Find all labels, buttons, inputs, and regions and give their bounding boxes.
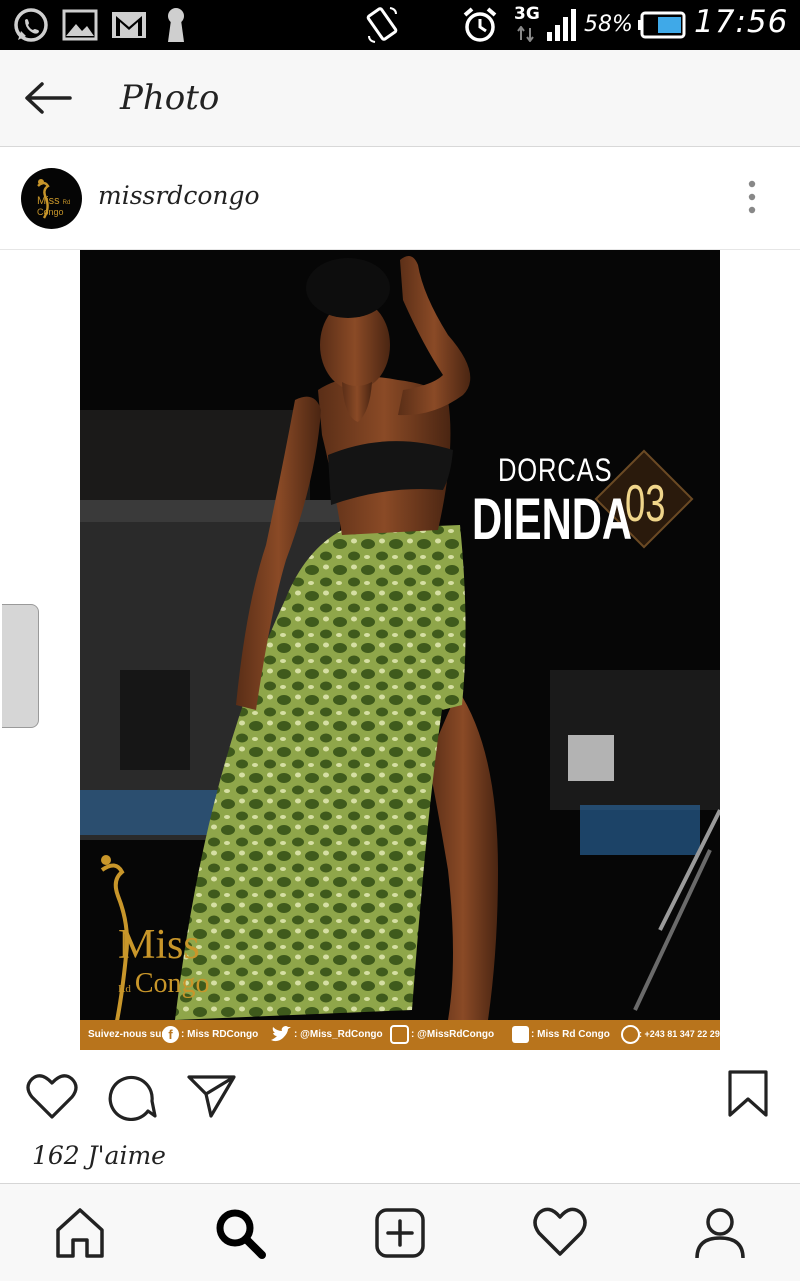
data-arrows-icon [517, 26, 534, 42]
screen-rotate-icon [366, 7, 398, 43]
battery-percent: 58% [584, 12, 633, 37]
facebook-icon: f [162, 1026, 179, 1043]
footer-whatsapp: : +243 81 347 22 29 [639, 1029, 720, 1039]
avatar-text-congo: Congo [37, 207, 64, 217]
footer-twitter: : @Miss_RdCongo [294, 1029, 383, 1040]
gallery-icon [62, 9, 98, 41]
avatar-text-rd: Rd [62, 200, 71, 206]
comment-icon[interactable] [108, 1073, 158, 1121]
watermark-congo: Congo [134, 968, 210, 999]
contestant-first-name: DORCAS [498, 452, 613, 488]
avatar-text: Miss Rd Congo [37, 195, 77, 217]
arrow-left-icon[interactable] [22, 78, 74, 118]
bottom-navigation [0, 1183, 800, 1281]
status-time: 17:56 [694, 4, 789, 40]
footer-youtube: : Miss Rd Congo [531, 1029, 610, 1040]
keyhole-icon [168, 8, 184, 42]
top-app-bar: Photo [0, 50, 800, 147]
watermark-miss: Miss [118, 922, 200, 968]
youtube-icon [512, 1026, 529, 1043]
post-header: Miss Rd Congo missrdcongo [0, 147, 800, 250]
footer-facebook: : Miss RDCongo [181, 1029, 259, 1040]
profile-icon[interactable] [691, 1204, 749, 1262]
post-username[interactable]: missrdcongo [98, 181, 260, 210]
search-icon[interactable] [211, 1204, 269, 1262]
share-send-icon[interactable] [186, 1072, 238, 1120]
vertical-dots-icon[interactable] [740, 179, 764, 215]
network-type: 3G [514, 4, 540, 24]
post-photo[interactable]: DORCAS DIENDA 03 Miss Rd Congo Suivez-no… [80, 250, 720, 1050]
gmail-icon [112, 12, 146, 38]
alarm-icon [463, 7, 497, 42]
contestant-number: 03 [625, 475, 666, 533]
photo-footer-band: Suivez-nous sur f : Miss RDCongo : @Miss… [80, 1020, 720, 1050]
status-bar: 3G 58% 17:56 [0, 0, 800, 50]
whatsapp-icon [14, 8, 48, 42]
side-drawer-handle[interactable] [2, 604, 39, 728]
like-heart-icon[interactable] [26, 1073, 78, 1121]
contestant-last-name: DIENDA [472, 487, 633, 552]
twitter-icon [271, 1026, 291, 1042]
footer-follow-text: Suivez-nous sur [88, 1029, 166, 1040]
signal-icon [547, 9, 576, 41]
likes-count[interactable]: 162 J'aime [32, 1141, 166, 1170]
page-title: Photo [120, 78, 220, 118]
footer-instagram: : @MissRdCongo [411, 1029, 495, 1040]
whatsapp-logo-icon [621, 1025, 640, 1044]
bookmark-icon[interactable] [726, 1069, 770, 1119]
battery-icon [638, 11, 686, 39]
avatar-text-miss: Miss [37, 195, 60, 207]
home-icon[interactable] [51, 1204, 109, 1262]
instagram-icon [390, 1025, 409, 1044]
add-post-icon[interactable] [371, 1204, 429, 1262]
photo-watermark-logo: Miss Rd Congo [118, 924, 210, 1004]
activity-heart-icon[interactable] [531, 1204, 589, 1262]
watermark-rd: Rd [118, 983, 131, 995]
